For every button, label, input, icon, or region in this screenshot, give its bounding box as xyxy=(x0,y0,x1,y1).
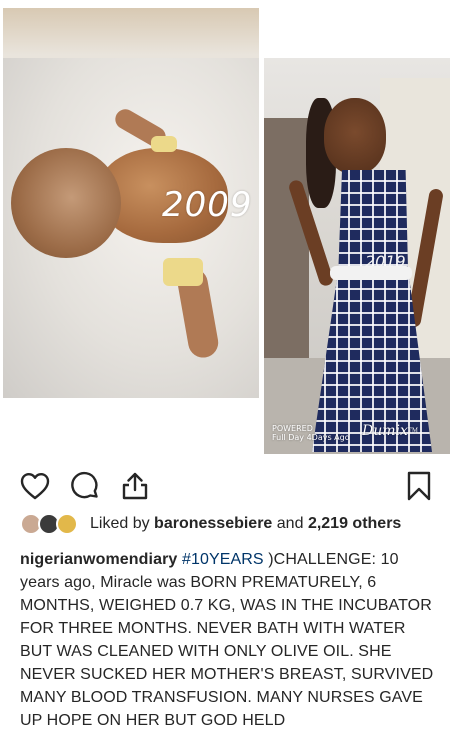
watermark-logo-tag: TM xyxy=(407,427,419,435)
post-caption: nigerianwomendiary #10YEARS )CHALLENGE: … xyxy=(20,548,440,732)
likes-prefix: Liked by xyxy=(90,515,150,532)
photo-2019[interactable] xyxy=(264,58,450,454)
caption-text: )CHALLENGE: 10 years ago, Miracle was BO… xyxy=(20,551,434,729)
save-button[interactable] xyxy=(402,466,436,506)
medical-tape xyxy=(163,258,203,286)
likes-connector: and xyxy=(276,515,304,532)
avatar[interactable] xyxy=(56,513,78,535)
heart-outline-icon xyxy=(20,473,50,500)
comment-button[interactable] xyxy=(68,466,102,506)
bookmark-outline-icon xyxy=(407,471,431,501)
likes-summary[interactable]: Liked by baronessebiere and 2,219 others xyxy=(20,509,440,539)
infant-head xyxy=(11,148,121,258)
watermark-logo-text: Dumix xyxy=(362,423,408,439)
caption-hashtag-link[interactable]: #10YEARS xyxy=(182,551,264,568)
year-label-2009: 2009 xyxy=(162,185,253,225)
post-action-bar xyxy=(0,466,452,510)
liker-username-link[interactable]: baronessebiere xyxy=(154,515,272,532)
comment-bubble-icon xyxy=(71,471,98,499)
watermark-line: Full Day 4Days Ago xyxy=(272,433,350,442)
caption-username-link[interactable]: nigerianwomendiary xyxy=(20,551,177,568)
year-label-2019: 2019 xyxy=(365,252,406,271)
share-upload-icon xyxy=(122,472,148,500)
post-image-collage[interactable]: 2009 2019 POWERED Full Day 4Days Ago Dum… xyxy=(0,0,452,456)
medical-tape xyxy=(151,136,177,152)
watermark-logo: DumixTM xyxy=(362,423,418,439)
like-button[interactable] xyxy=(18,466,52,506)
likes-count-link[interactable]: 2,219 others xyxy=(308,515,401,532)
watermark-caption: POWERED Full Day 4Days Ago xyxy=(272,424,350,442)
likes-text: Liked by baronessebiere and 2,219 others xyxy=(90,515,401,533)
watermark-line: POWERED xyxy=(272,424,313,433)
liker-avatars[interactable] xyxy=(20,511,86,537)
share-button[interactable] xyxy=(118,466,152,506)
girl-head xyxy=(324,98,386,174)
